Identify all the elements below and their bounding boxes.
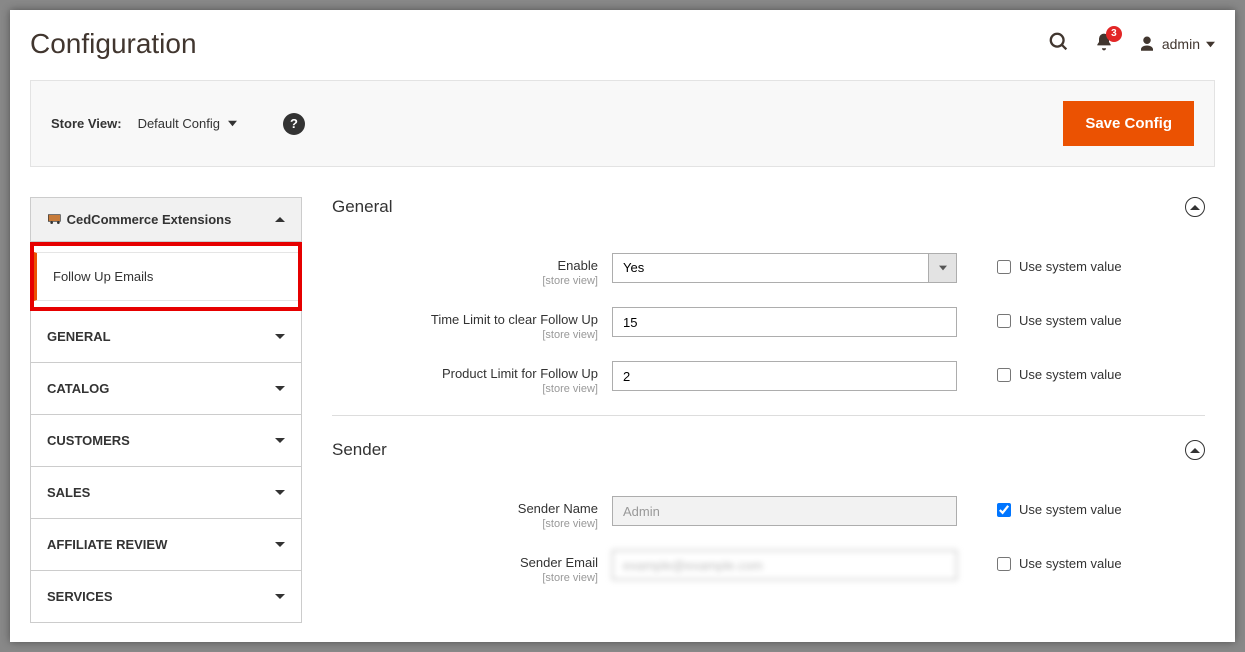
user-icon [1138,35,1156,53]
field-time-limit: Time Limit to clear Follow Up [store vie… [332,307,1205,341]
scope-label: [store view] [332,329,598,341]
collapse-icon[interactable] [1185,440,1205,460]
field-sender-name: Sender Name [store view] Use system valu… [332,496,1205,530]
sidebar-item-affiliate-review[interactable]: AFFILIATE REVIEW [30,519,302,571]
select-value: Yes [613,254,928,282]
field-label: Product Limit for Follow Up [442,366,598,381]
search-icon[interactable] [1048,31,1070,58]
general-form: Enable [store view] Yes [332,253,1205,395]
select-caret-icon [928,254,956,282]
store-view-label: Store View: [51,116,122,131]
store-view-value: Default Config [138,116,220,131]
sidebar-item-customers[interactable]: CUSTOMERS [30,415,302,467]
section-header-sender[interactable]: Sender [332,440,1205,466]
field-sender-email: Sender Email [store view] Use system val… [332,550,1205,584]
field-label: Sender Name [518,501,598,516]
sidebar-item-label: AFFILIATE REVIEW [47,537,167,552]
sidebar: CedCommerce Extensions Follow Up Emails … [30,197,302,623]
sidebar-section-cedcommerce[interactable]: CedCommerce Extensions [30,197,302,242]
sender-form: Sender Name [store view] Use system valu… [332,496,1205,584]
use-system-label: Use system value [1019,313,1122,328]
sidebar-item-label: SERVICES [47,589,113,604]
field-label: Time Limit to clear Follow Up [431,312,598,327]
sidebar-item-label: SALES [47,485,90,500]
product-limit-input[interactable] [612,361,957,391]
sidebar-item-follow-up-emails[interactable]: Follow Up Emails [34,252,298,301]
notifications-badge: 3 [1106,26,1122,42]
use-system-checkbox-enable[interactable] [997,260,1011,274]
chevron-down-icon [275,334,285,339]
sidebar-item-sales[interactable]: SALES [30,467,302,519]
admin-user-menu[interactable]: admin [1138,35,1215,53]
divider [332,415,1205,416]
admin-user-label: admin [1162,36,1200,52]
use-system-checkbox-time-limit[interactable] [997,314,1011,328]
page-header: Configuration 3 admin [30,10,1215,80]
store-view-select[interactable]: Default Config [138,116,237,131]
field-label: Enable [558,258,598,273]
scope-label: [store view] [332,572,598,584]
chevron-up-icon [1190,205,1200,210]
scope-label: [store view] [332,518,598,530]
use-system-checkbox-product-limit[interactable] [997,368,1011,382]
sidebar-item-label: CUSTOMERS [47,433,130,448]
chevron-up-icon [275,217,285,222]
section-title: General [332,197,392,217]
scope-label: [store view] [332,275,598,287]
chevron-down-icon [275,542,285,547]
time-limit-input[interactable] [612,307,957,337]
enable-select[interactable]: Yes [612,253,957,283]
chevron-down-icon [275,490,285,495]
store-view-bar: Store View: Default Config ? Save Config [30,80,1215,167]
field-product-limit: Product Limit for Follow Up [store view]… [332,361,1205,395]
help-icon[interactable]: ? [283,113,305,135]
use-system-label: Use system value [1019,502,1122,517]
chevron-down-icon [275,386,285,391]
sidebar-item-catalog[interactable]: CATALOG [30,363,302,415]
sidebar-item-services[interactable]: SERVICES [30,571,302,623]
field-label: Sender Email [520,555,598,570]
chevron-down-icon [275,594,285,599]
notifications-icon[interactable]: 3 [1094,32,1114,57]
use-system-checkbox-sender-email[interactable] [997,557,1011,571]
sender-email-input[interactable] [612,550,957,580]
cart-icon [47,212,67,227]
section-header-general[interactable]: General [332,197,1205,223]
main-content: General Enable [store view] Yes [332,197,1215,623]
use-system-label: Use system value [1019,259,1122,274]
sidebar-section-label: CedCommerce Extensions [67,212,232,227]
save-config-button[interactable]: Save Config [1063,101,1194,146]
page-title: Configuration [30,28,197,60]
sidebar-item-label: GENERAL [47,329,111,344]
field-enable: Enable [store view] Yes [332,253,1205,287]
use-system-label: Use system value [1019,556,1122,571]
use-system-checkbox-sender-name[interactable] [997,503,1011,517]
scope-label: [store view] [332,383,598,395]
sender-name-input [612,496,957,526]
chevron-down-icon [275,438,285,443]
sidebar-item-label: CATALOG [47,381,109,396]
caret-down-icon [228,116,237,131]
sidebar-highlight: Follow Up Emails [30,242,302,311]
sidebar-item-general[interactable]: GENERAL [30,311,302,363]
chevron-up-icon [1190,448,1200,453]
use-system-label: Use system value [1019,367,1122,382]
collapse-icon[interactable] [1185,197,1205,217]
section-title: Sender [332,440,387,460]
chevron-down-icon [1206,36,1215,52]
header-actions: 3 admin [1048,31,1215,58]
sidebar-item-label: Follow Up Emails [53,269,153,284]
